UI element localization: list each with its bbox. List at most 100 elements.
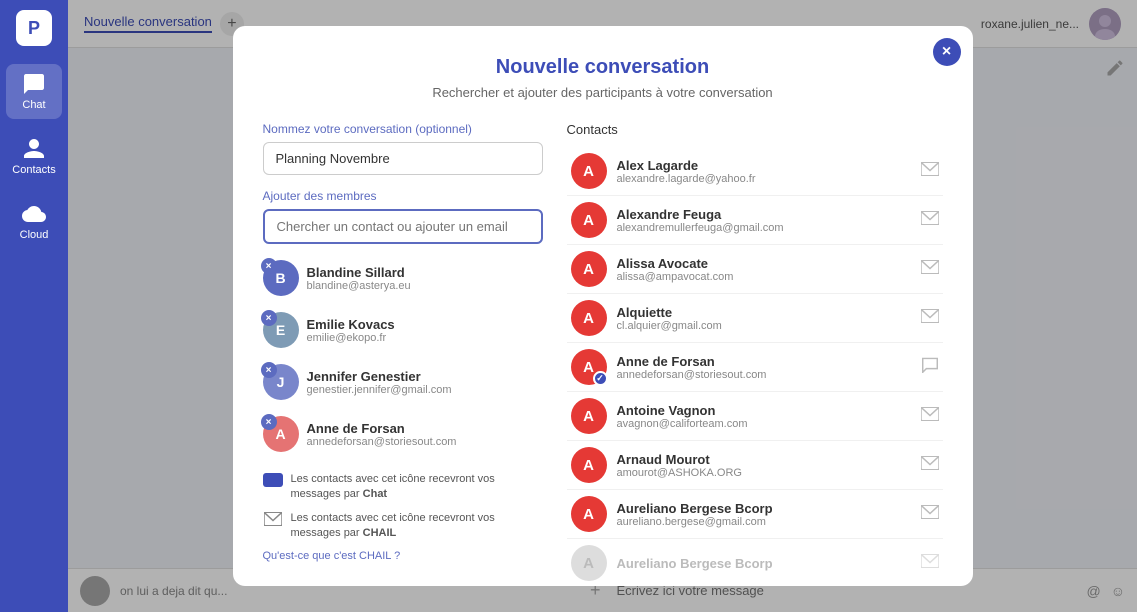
mail-legend-icon (263, 512, 283, 526)
modal-title: Nouvelle conversation (263, 56, 943, 79)
new-conversation-modal: × Nouvelle conversation Rechercher et aj… (233, 26, 973, 586)
contact-row-antoine[interactable]: A Antoine Vagnon avagnon@califorteam.com (567, 392, 943, 441)
member-avatar-emilie: × E (263, 312, 299, 348)
contact-info-alissa: Alissa Avocate alissa@ampavocat.com (617, 256, 911, 283)
contact-email-anne-forsan: annedeforsan@storiesout.com (617, 369, 911, 381)
contact-info-alquiette: Alquiette cl.alquier@gmail.com (617, 305, 911, 332)
main-area: Nouvelle conversation + roxane.julien_ne… (68, 0, 1137, 612)
contact-email-antoine: avagnon@califorteam.com (617, 418, 911, 430)
member-avatar-blandine: × B (263, 260, 299, 296)
contact-avatar-alquiette: A (571, 300, 607, 336)
member-email-blandine: blandine@asterya.eu (307, 280, 411, 292)
contact-avatar-alex: A (571, 153, 607, 189)
legend-mail-bold: CHAIL (363, 527, 397, 539)
contact-name-aureliano1: Aureliano Bergese Bcorp (617, 501, 911, 516)
sidebar: P Chat Contacts Cloud (0, 0, 68, 612)
member-chip-emilie: × E Emilie Kovacs emilie@ekopo.fr (263, 308, 543, 352)
contact-name-arnaud: Arnaud Mourot (617, 452, 911, 467)
selected-checkmark: ✓ (593, 371, 608, 386)
member-chip-blandine: × B Blandine Sillard blandine@asterya.eu (263, 256, 543, 300)
member-chip-jennifer: × J Jennifer Genestier genestier.jennife… (263, 360, 543, 404)
sidebar-item-cloud[interactable]: Cloud (6, 194, 62, 249)
contact-mail-icon-aureliano1 (921, 505, 939, 524)
member-email-anne: annedeforsan@storiesout.com (307, 436, 457, 448)
contact-mail-icon-alquiette (921, 309, 939, 328)
contact-avatar-aureliano2: A (571, 545, 607, 581)
contact-row-anne-forsan[interactable]: A ✓ Anne de Forsan annedeforsan@storieso… (567, 343, 943, 392)
contact-name-alexandre: Alexandre Feuga (617, 207, 911, 222)
contact-email-alex: alexandre.lagarde@yahoo.fr (617, 173, 911, 185)
contact-chat-icon-anne-forsan (921, 357, 939, 378)
member-name-anne: Anne de Forsan (307, 421, 457, 436)
sidebar-label-cloud: Cloud (20, 229, 49, 241)
contact-mail-icon-antoine (921, 407, 939, 426)
member-info-jennifer: Jennifer Genestier genestier.jennifer@gm… (307, 369, 452, 396)
sidebar-item-contacts[interactable]: Contacts (6, 129, 62, 184)
contacts-icon (22, 137, 46, 161)
chat-icon (22, 72, 46, 96)
contact-name-alquiette: Alquiette (617, 305, 911, 320)
member-info-anne: Anne de Forsan annedeforsan@storiesout.c… (307, 421, 457, 448)
member-info-emilie: Emilie Kovacs emilie@ekopo.fr (307, 317, 395, 344)
contact-mail-icon-aureliano2 (921, 554, 939, 573)
contact-avatar-anne-forsan: A ✓ (571, 349, 607, 385)
contact-row-alquiette[interactable]: A Alquiette cl.alquier@gmail.com (567, 294, 943, 343)
sidebar-item-chat[interactable]: Chat (6, 64, 62, 119)
contact-mail-icon-alex (921, 162, 939, 181)
legend-chat-bold: Chat (363, 488, 387, 500)
legend-chat-text: Les contacts avec cet icône recevront vo… (291, 472, 543, 503)
contact-email-alexandre: alexandremullerfeuga@gmail.com (617, 222, 911, 234)
contact-mail-icon-alissa (921, 260, 939, 279)
conversation-name-input[interactable] (263, 142, 543, 175)
chail-link[interactable]: Qu'est-ce que c'est CHAIL ? (263, 550, 543, 562)
conversation-name-label: Nommez votre conversation (optionnel) (263, 122, 543, 136)
sidebar-label-chat: Chat (22, 99, 45, 111)
contact-mail-icon-alexandre (921, 211, 939, 230)
contact-row-alissa[interactable]: A Alissa Avocate alissa@ampavocat.com (567, 245, 943, 294)
contact-avatar-antoine: A (571, 398, 607, 434)
legend-chat: Les contacts avec cet icône recevront vo… (263, 472, 543, 503)
contact-info-aureliano1: Aureliano Bergese Bcorp aureliano.berges… (617, 501, 911, 528)
contact-info-alexandre: Alexandre Feuga alexandremullerfeuga@gma… (617, 207, 911, 234)
member-name-jennifer: Jennifer Genestier (307, 369, 452, 384)
contact-row-aureliano1[interactable]: A Aureliano Bergese Bcorp aureliano.berg… (567, 490, 943, 539)
cloud-icon (22, 202, 46, 226)
contact-info-aureliano2: Aureliano Bergese Bcorp (617, 556, 911, 571)
sidebar-label-contacts: Contacts (12, 164, 55, 176)
member-avatar-jennifer: × J (263, 364, 299, 400)
contact-avatar-arnaud: A (571, 447, 607, 483)
member-info-blandine: Blandine Sillard blandine@asterya.eu (307, 265, 411, 292)
search-members-input[interactable] (263, 209, 543, 244)
member-email-emilie: emilie@ekopo.fr (307, 332, 395, 344)
contact-info-alex: Alex Lagarde alexandre.lagarde@yahoo.fr (617, 158, 911, 185)
contact-name-aureliano2: Aureliano Bergese Bcorp (617, 556, 911, 571)
contact-row-aureliano2: A Aureliano Bergese Bcorp (567, 539, 943, 586)
app-logo: P (16, 10, 52, 46)
contact-name-antoine: Antoine Vagnon (617, 403, 911, 418)
contact-row-alex[interactable]: A Alex Lagarde alexandre.lagarde@yahoo.f… (567, 147, 943, 196)
contact-row-arnaud[interactable]: A Arnaud Mourot amourot@ASHOKA.ORG (567, 441, 943, 490)
left-panel: Nommez votre conversation (optionnel) Aj… (263, 122, 543, 586)
remove-emilie-button[interactable]: × (261, 310, 277, 326)
legend-mail: Les contacts avec cet icône recevront vo… (263, 511, 543, 542)
contact-info-antoine: Antoine Vagnon avagnon@califorteam.com (617, 403, 911, 430)
contact-email-aureliano1: aureliano.bergese@gmail.com (617, 516, 911, 528)
contact-name-alex: Alex Lagarde (617, 158, 911, 173)
member-avatar-anne: × A (263, 416, 299, 452)
remove-jennifer-button[interactable]: × (261, 362, 277, 378)
contact-avatar-aureliano1: A (571, 496, 607, 532)
right-panel: Contacts A Alex Lagarde alexandre.lagard… (567, 122, 943, 586)
contact-info-arnaud: Arnaud Mourot amourot@ASHOKA.ORG (617, 452, 911, 479)
remove-anne-button[interactable]: × (261, 414, 277, 430)
modal-overlay: × Nouvelle conversation Rechercher et aj… (68, 0, 1137, 612)
member-name-emilie: Emilie Kovacs (307, 317, 395, 332)
legend: Les contacts avec cet icône recevront vo… (263, 472, 543, 562)
chat-legend-icon (263, 473, 283, 487)
contact-email-alissa: alissa@ampavocat.com (617, 271, 911, 283)
modal-body: Nommez votre conversation (optionnel) Aj… (263, 122, 943, 586)
remove-blandine-button[interactable]: × (261, 258, 277, 274)
contact-row-alexandre[interactable]: A Alexandre Feuga alexandremullerfeuga@g… (567, 196, 943, 245)
close-modal-button[interactable]: × (933, 38, 961, 66)
member-email-jennifer: genestier.jennifer@gmail.com (307, 384, 452, 396)
contact-info-anne-forsan: Anne de Forsan annedeforsan@storiesout.c… (617, 354, 911, 381)
